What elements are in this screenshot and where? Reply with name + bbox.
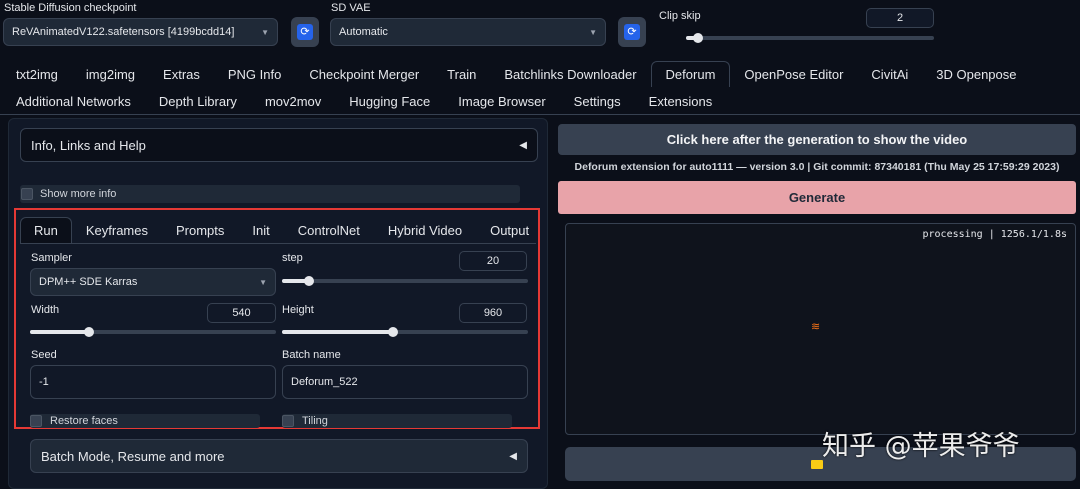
refresh-icon: ⟳ [624,24,640,40]
main-tabs-row1: txt2img img2img Extras PNG Info Checkpoi… [2,61,1031,87]
triangle-left-icon: ◀ [519,139,527,151]
tab-hugging-face[interactable]: Hugging Face [335,88,444,114]
chevron-down-icon: ▼ [261,27,269,37]
checkpoint-select[interactable]: ReVAnimatedV122.safetensors [4199bcdd14]… [3,18,278,46]
info-links-title: Info, Links and Help [31,137,146,153]
tab-png-info[interactable]: PNG Info [214,61,295,87]
tab-batchlinks-downloader[interactable]: Batchlinks Downloader [490,61,650,87]
triangle-left-icon: ◀ [509,450,517,462]
step-slider-handle[interactable] [304,276,315,286]
step-slider[interactable] [282,279,528,283]
height-slider[interactable] [282,330,528,334]
batch-mode-accordion[interactable]: Batch Mode, Resume and more ◀ [30,439,528,473]
tab-openpose-editor[interactable]: OpenPose Editor [730,61,857,87]
batch-name-label: Batch name [282,349,341,361]
generate-button[interactable]: Generate [558,181,1076,214]
sampler-select[interactable]: DPM++ SDE Karras ▼ [30,268,276,296]
tab-civitai[interactable]: CivitAi [857,61,922,87]
tiling-row[interactable]: Tiling [282,414,512,428]
checkpoint-value: ReVAnimatedV122.safetensors [4199bcdd14] [12,26,235,38]
subtab-hybrid-video[interactable]: Hybrid Video [374,217,476,243]
refresh-checkpoint-button[interactable]: ⟳ [291,17,319,47]
deforum-sub-tabs: Run Keyframes Prompts Init ControlNet Hy… [20,217,543,243]
width-slider-fill [30,330,90,334]
progress-text: processing | 1256.1/1.8s [922,229,1068,240]
subtab-keyframes[interactable]: Keyframes [72,217,162,243]
chevron-down-icon: ▼ [259,277,267,287]
show-more-info-checkbox[interactable] [21,188,33,200]
tab-deforum[interactable]: Deforum [650,61,731,87]
width-slider[interactable] [30,330,276,334]
sampler-value: DPM++ SDE Karras [39,276,138,288]
width-label: Width [31,304,60,316]
restore-faces-checkbox[interactable] [30,415,42,427]
chevron-down-icon: ▼ [589,27,597,37]
height-slider-fill [282,330,393,334]
seed-input[interactable]: -1 [30,365,276,399]
subtab-init[interactable]: Init [238,217,283,243]
subtab-prompts[interactable]: Prompts [162,217,238,243]
tab-checkpoint-merger[interactable]: Checkpoint Merger [295,61,433,87]
sampler-label: Sampler [31,252,72,264]
restore-faces-label: Restore faces [50,415,118,427]
height-slider-handle[interactable] [387,327,398,337]
clip-skip-label: Clip skip [659,10,701,22]
main-tabs-row2: Additional Networks Depth Library mov2mo… [2,88,726,114]
batch-name-input[interactable]: Deforum_522 [282,365,528,399]
tab-settings[interactable]: Settings [560,88,635,114]
info-links-accordion[interactable]: Info, Links and Help ◀ [20,128,538,162]
tab-depth-library[interactable]: Depth Library [145,88,251,114]
tab-img2img[interactable]: img2img [72,61,149,87]
show-video-button[interactable]: Click here after the generation to show … [558,124,1076,155]
tab-train[interactable]: Train [433,61,490,87]
height-input[interactable]: 960 [459,303,527,323]
tab-image-browser[interactable]: Image Browser [444,88,559,114]
loading-icon: ≋ [811,321,821,333]
output-gallery: processing | 1256.1/1.8s ≋ [565,223,1076,435]
subtab-run[interactable]: Run [20,217,72,243]
subtabs-divider [20,243,536,244]
tab-extras[interactable]: Extras [149,61,214,87]
show-more-info-label: Show more info [40,188,117,200]
vae-select[interactable]: Automatic ▼ [330,18,606,46]
watermark: 知乎 @苹果爷爷 [822,431,1020,462]
width-slider-handle[interactable] [84,327,95,337]
height-label: Height [282,304,314,316]
seed-label: Seed [31,349,57,361]
width-input[interactable]: 540 [207,303,276,323]
tab-additional-networks[interactable]: Additional Networks [2,88,145,114]
restore-faces-row[interactable]: Restore faces [30,414,260,428]
subtab-controlnet[interactable]: ControlNet [284,217,374,243]
vae-label: SD VAE [331,2,371,14]
subtab-output[interactable]: Output [476,217,543,243]
version-text: Deforum extension for auto1111 — version… [574,161,1060,173]
clip-skip-input[interactable]: 2 [866,8,934,28]
clip-skip-slider-handle[interactable] [693,33,704,43]
tab-3d-openpose[interactable]: 3D Openpose [922,61,1030,87]
step-input[interactable]: 20 [459,251,527,271]
tabs-divider [0,114,1080,115]
tab-mov2mov[interactable]: mov2mov [251,88,335,114]
tiling-checkbox[interactable] [282,415,294,427]
batch-mode-title: Batch Mode, Resume and more [41,448,225,464]
tab-extensions[interactable]: Extensions [635,88,727,114]
step-label: step [282,252,303,264]
tab-txt2img[interactable]: txt2img [2,61,72,87]
show-more-info-row[interactable]: Show more info [20,185,520,203]
refresh-vae-button[interactable]: ⟳ [618,17,646,47]
refresh-icon: ⟳ [297,24,313,40]
tiling-label: Tiling [302,415,328,427]
clip-skip-slider[interactable] [686,36,934,40]
vae-value: Automatic [339,26,388,38]
checkpoint-label: Stable Diffusion checkpoint [4,2,137,14]
